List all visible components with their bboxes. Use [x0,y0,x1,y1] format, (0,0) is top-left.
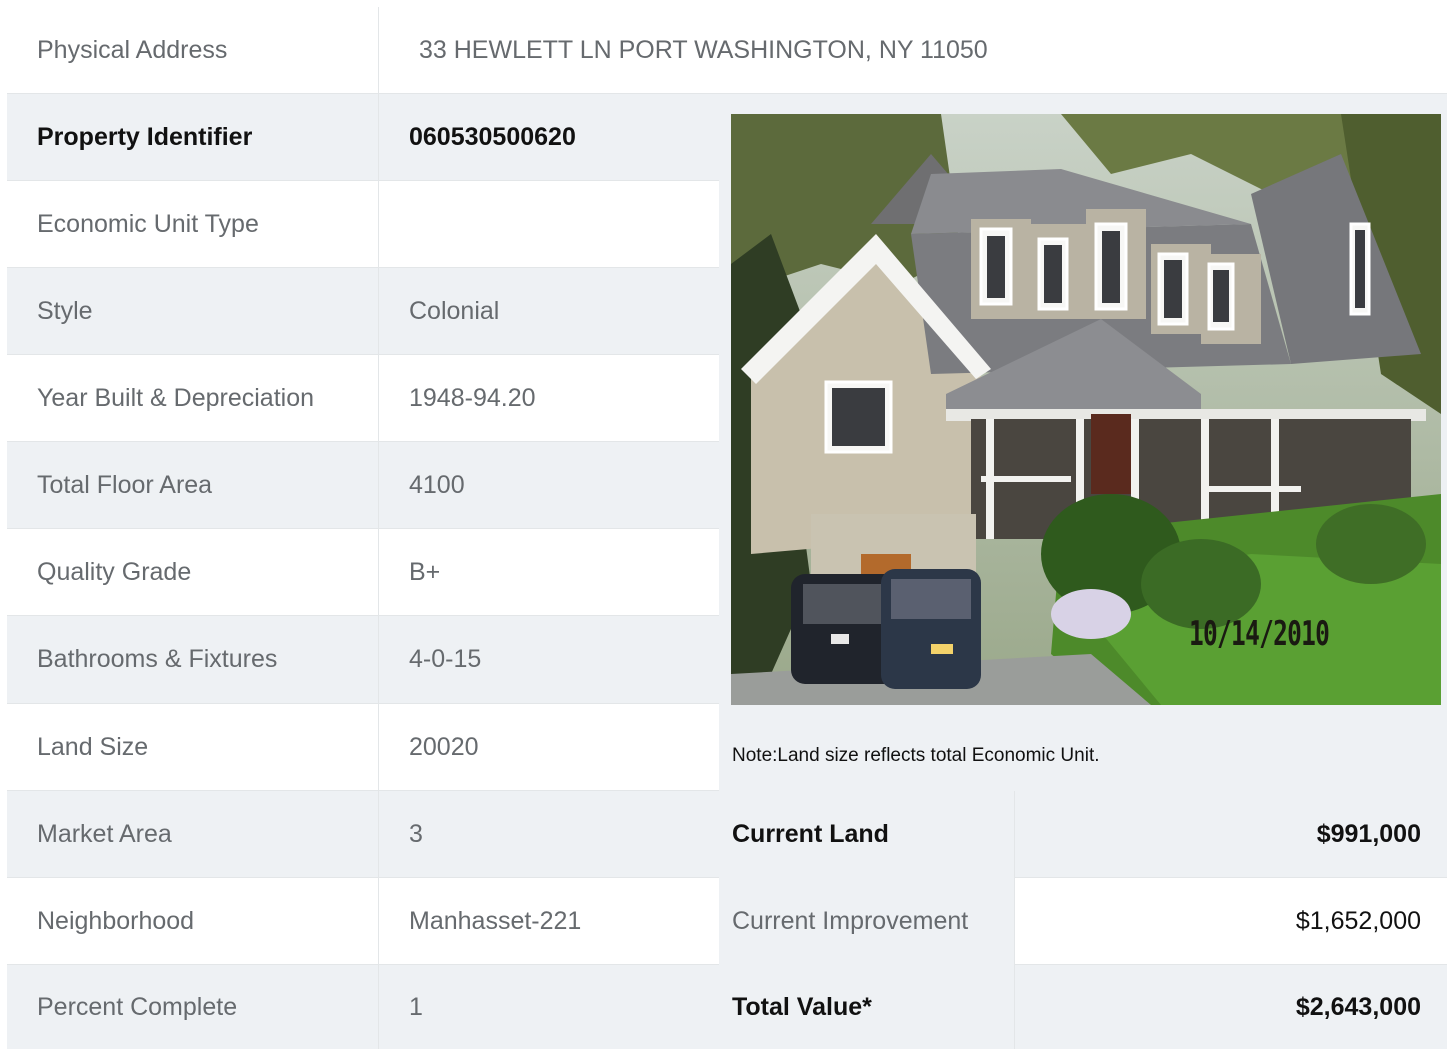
bathrooms-fixtures-label: Bathrooms & Fixtures [7,616,378,704]
percent-complete-value: 1 [378,965,719,1049]
property-photo: 10/14/2010 [731,114,1441,705]
economic-unit-type-value [378,181,719,268]
year-built-label: Year Built & Depreciation [7,355,378,442]
property-identifier-label: Property Identifier [7,94,378,181]
quality-grade-value: B+ [378,529,719,616]
current-improvement-label: Current Improvement [732,878,1014,965]
property-identifier-value: 060530500620 [378,94,719,181]
land-size-note: Note:Land size reflects total Economic U… [732,745,1100,766]
neighborhood-value: Manhasset-221 [378,878,719,965]
total-value-label: Total Value* [732,965,1014,1049]
year-built-value: 1948-94.20 [378,355,719,442]
address-label: Physical Address [7,7,378,94]
address-value: 33 HEWLETT LN PORT WASHINGTON, NY 11050 [378,7,1447,94]
land-size-value: 20020 [378,704,719,791]
house-illustration [731,114,1441,705]
total-value-value: $2,643,000 [1014,965,1447,1049]
percent-complete-label: Percent Complete [7,965,378,1049]
total-floor-area-label: Total Floor Area [7,442,378,529]
current-land-value: $991,000 [1014,791,1447,878]
quality-grade-label: Quality Grade [7,529,378,616]
market-area-value: 3 [378,791,719,878]
market-area-label: Market Area [7,791,378,878]
total-floor-area-value: 4100 [378,442,719,529]
style-value: Colonial [378,268,719,355]
photo-date-stamp: 10/14/2010 [1189,614,1330,654]
style-label: Style [7,268,378,355]
land-size-label: Land Size [7,704,378,791]
current-land-label: Current Land [732,791,1014,878]
bathrooms-fixtures-value: 4-0-15 [378,616,719,704]
current-improvement-value: $1,652,000 [1014,878,1447,965]
neighborhood-label: Neighborhood [7,878,378,965]
economic-unit-type-label: Economic Unit Type [7,181,378,268]
